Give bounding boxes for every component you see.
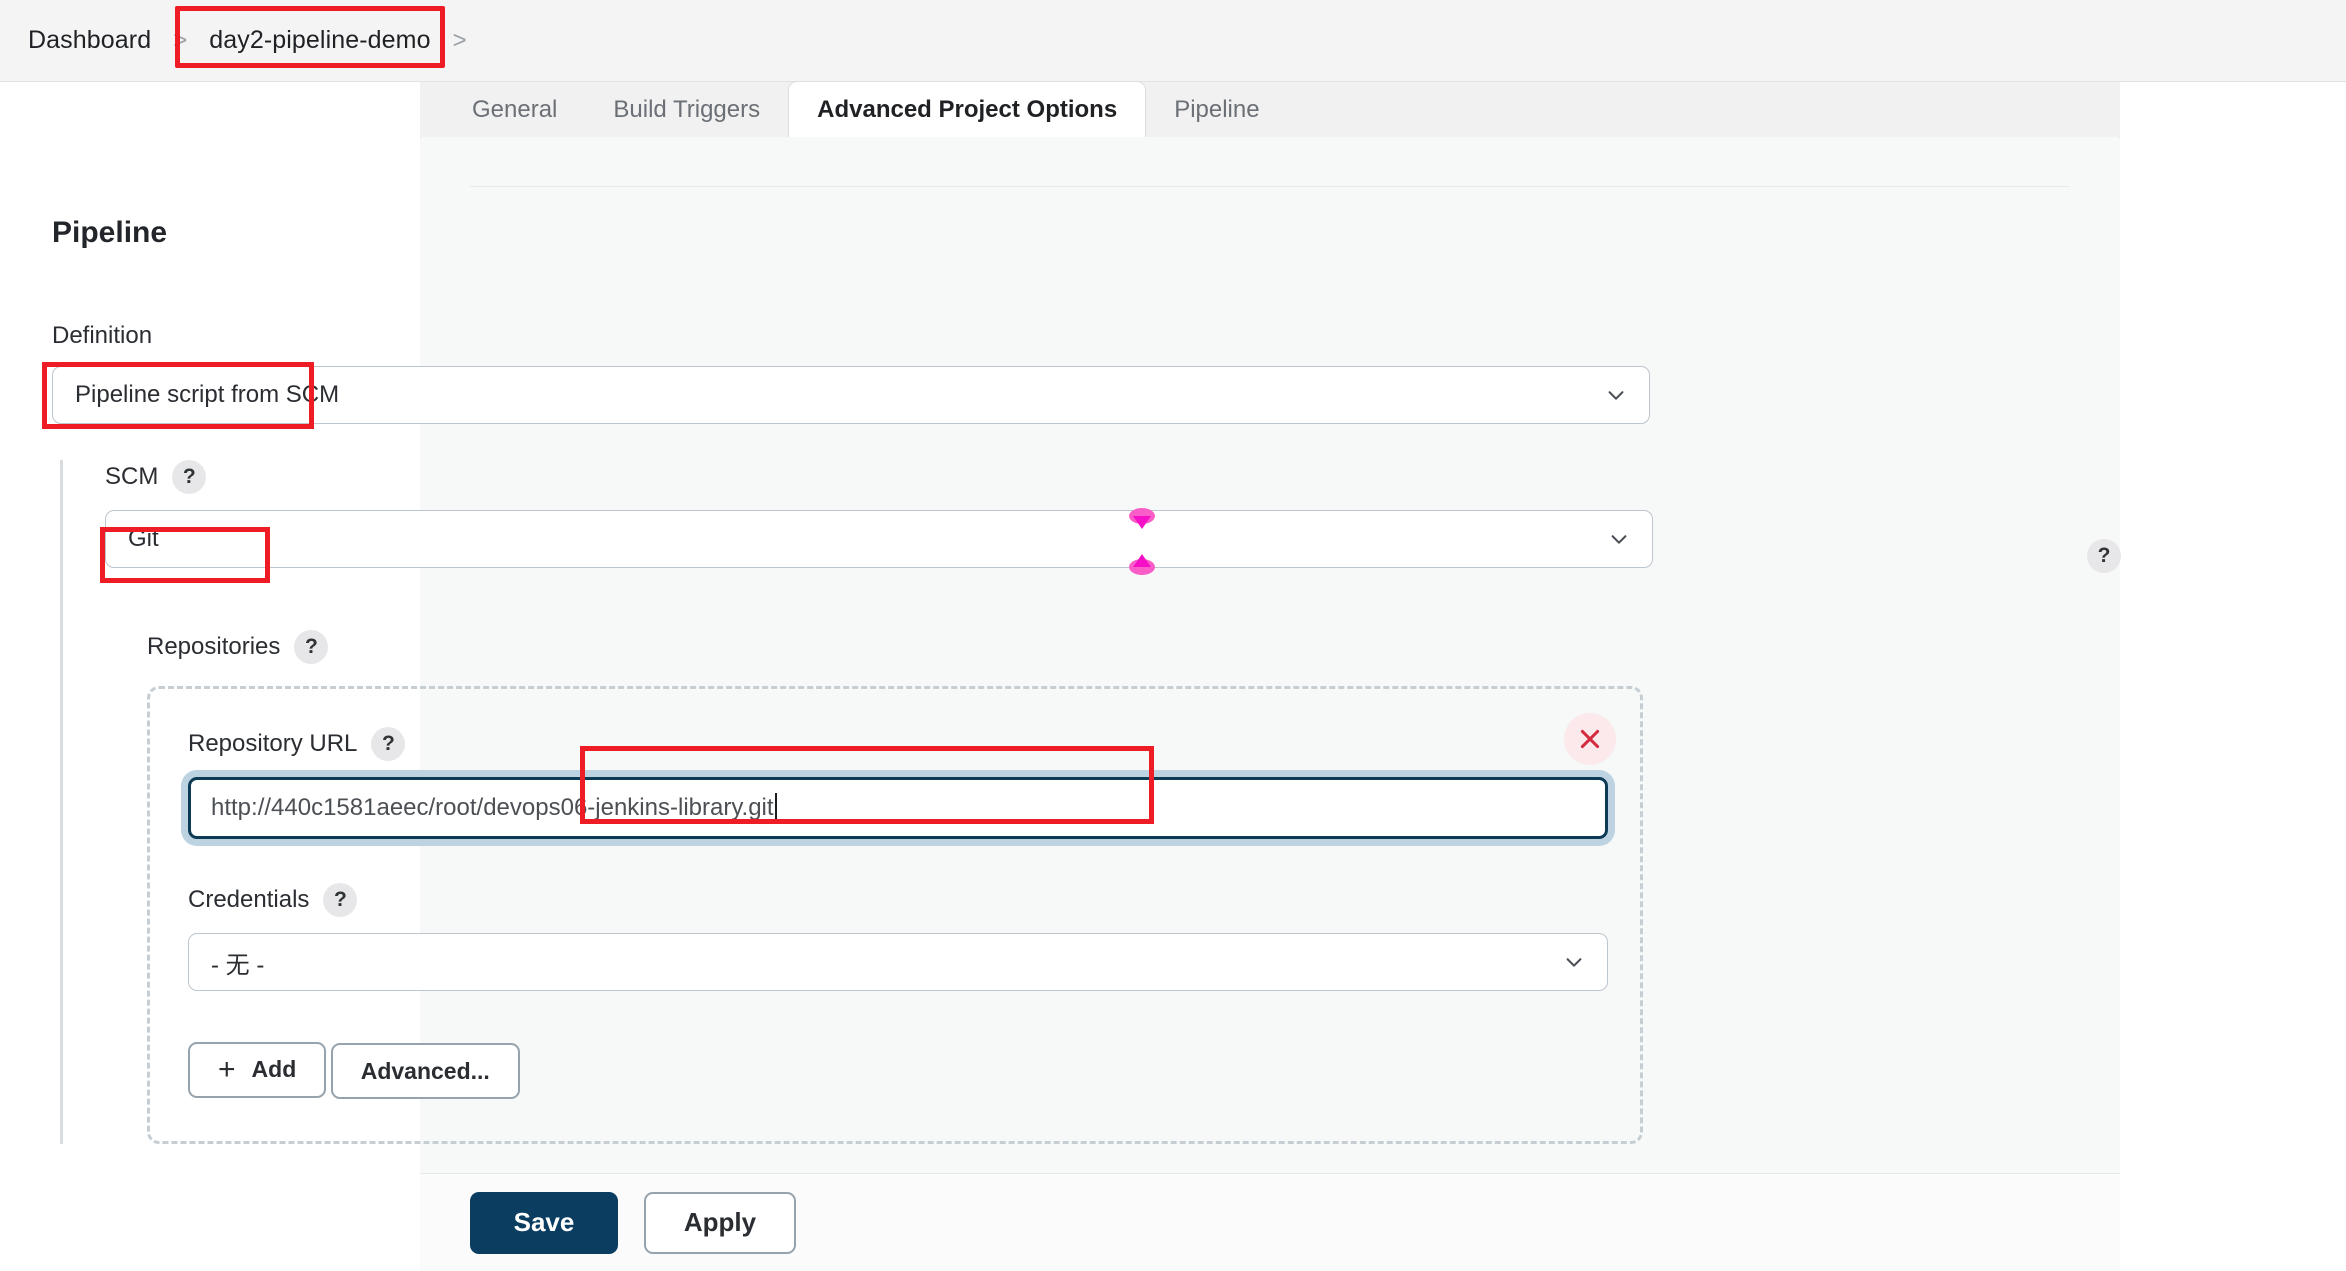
repositories-block: Repositories ? Repository URL ? http://4…: [105, 630, 1650, 1144]
definition-label: Definition: [52, 322, 153, 349]
breadcrumb-item-project[interactable]: day2-pipeline-demo: [209, 26, 430, 55]
repository-url-value: http://440c1581aeec/root/devops06-jenkin…: [211, 794, 774, 821]
breadcrumb-separator-2: >: [452, 26, 467, 54]
repositories-label: Repositories: [147, 633, 281, 660]
page-title: Pipeline: [52, 216, 168, 249]
help-icon-credentials[interactable]: ?: [323, 883, 358, 917]
breadcrumb-separator-1: >: [173, 26, 188, 54]
tab-pipeline[interactable]: Pipeline: [1146, 82, 1287, 137]
scm-block: SCM ? Git Repositories ? Repository URL …: [60, 460, 1653, 1144]
action-bar: Save Apply: [420, 1173, 2120, 1271]
credentials-select-value: - 无 -: [211, 951, 265, 979]
add-credentials-button[interactable]: + Add: [188, 1041, 327, 1098]
tab-general[interactable]: General: [444, 82, 585, 137]
chevron-down-icon: [1566, 958, 1582, 967]
chevron-down-icon: [1608, 391, 1624, 400]
breadcrumb: Dashboard > day2-pipeline-demo >: [0, 0, 2346, 82]
apply-button[interactable]: Apply: [644, 1191, 796, 1254]
definition-select[interactable]: Pipeline script from SCM: [52, 366, 1650, 424]
repository-url-label: Repository URL: [188, 730, 358, 757]
tab-bar: General Build Triggers Advanced Project …: [420, 81, 2120, 137]
scm-select-value: Git: [128, 525, 159, 552]
help-icon-scm-right[interactable]: ?: [2087, 539, 2121, 573]
content-divider: [470, 186, 2070, 187]
cursor-marker-up-icon: [1129, 554, 1155, 575]
scm-label: SCM: [105, 463, 159, 490]
advanced-button-label: Advanced...: [360, 1057, 490, 1084]
add-button-label: Add: [251, 1056, 297, 1082]
close-icon: [1580, 729, 1600, 749]
credentials-select[interactable]: - 无 -: [188, 933, 1608, 991]
plus-icon: +: [218, 1052, 236, 1086]
text-caret: [774, 793, 777, 823]
credentials-label-row: Credentials ?: [188, 883, 1602, 917]
definition-select-value: Pipeline script from SCM: [75, 381, 340, 408]
help-icon-repository-url[interactable]: ?: [371, 727, 406, 761]
repository-url-label-row: Repository URL ?: [188, 727, 1602, 761]
scm-label-row: SCM ?: [105, 460, 1650, 494]
chevron-down-icon: [1611, 535, 1627, 544]
breadcrumb-item-dashboard[interactable]: Dashboard: [28, 26, 151, 55]
repositories-label-row: Repositories ?: [147, 630, 1650, 664]
credentials-label: Credentials: [188, 886, 310, 913]
advanced-button[interactable]: Advanced...: [330, 1043, 520, 1099]
right-gutter: [2121, 82, 2346, 1271]
cursor-marker-down-icon: [1129, 508, 1155, 529]
repository-url-input[interactable]: http://440c1581aeec/root/devops06-jenkin…: [188, 777, 1608, 839]
delete-repository-button[interactable]: [1564, 713, 1616, 765]
scm-select[interactable]: Git: [105, 510, 1653, 568]
tab-advanced-project-options[interactable]: Advanced Project Options: [788, 81, 1147, 137]
help-icon-repositories[interactable]: ?: [294, 630, 329, 664]
save-button[interactable]: Save: [470, 1191, 618, 1254]
page-root: Dashboard > day2-pipeline-demo > General…: [0, 0, 2346, 1271]
repository-card: Repository URL ? http://440c1581aeec/roo…: [147, 686, 1643, 1144]
help-icon-scm[interactable]: ?: [172, 460, 207, 494]
tab-build-triggers[interactable]: Build Triggers: [585, 82, 788, 137]
